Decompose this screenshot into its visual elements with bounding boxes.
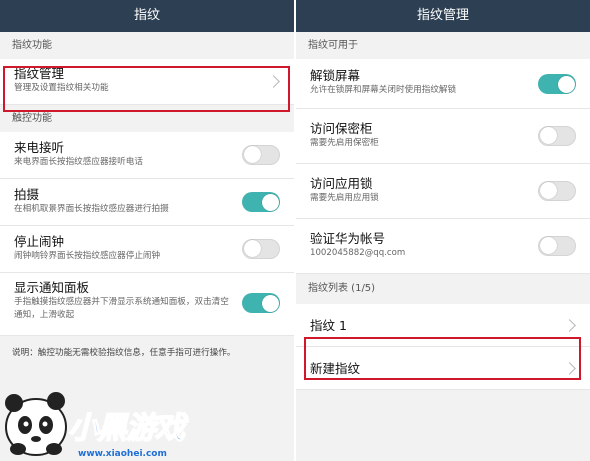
notification-panel-item[interactable]: 显示通知面板 手指触摸指纹感应器并下滑显示系统通知面板，双击清空通知，上滑收起 xyxy=(0,273,294,336)
answer-call-toggle[interactable] xyxy=(242,145,280,165)
stop-alarm-toggle[interactable] xyxy=(242,239,280,259)
toggle-knob xyxy=(244,146,261,163)
unlock-screen-item[interactable]: 解锁屏幕 允许在锁屏和屏幕关闭时使用指纹解锁 xyxy=(296,59,590,109)
section-header-touch-functions: 触控功能 xyxy=(0,105,294,132)
toggle-knob xyxy=(540,127,557,144)
fingerprint-management-subtitle: 管理及设置指纹相关功能 xyxy=(14,83,109,93)
section-header-fingerprint-list: 指纹列表 (1/5) xyxy=(296,274,590,304)
toggle-knob xyxy=(261,294,279,312)
new-fingerprint-label: 新建指纹 xyxy=(310,361,361,376)
section-header-fingerprint-usage: 指纹可用于 xyxy=(296,32,590,59)
unlock-screen-toggle[interactable] xyxy=(538,74,576,94)
watermark-logo-text: 小黑游戏 xyxy=(67,410,186,447)
fingerprint-management-screen: 指纹管理 指纹可用于 解锁屏幕 允许在锁屏和屏幕关闭时使用指纹解锁 访问保密柜 … xyxy=(296,0,590,461)
notification-panel-toggle[interactable] xyxy=(242,293,280,313)
answer-call-item[interactable]: 来电接听 来电界面长按指纹感应器接听电话 xyxy=(0,132,294,179)
toggle-knob xyxy=(261,193,279,211)
safe-access-toggle[interactable] xyxy=(538,126,576,146)
touch-function-note: 说明：触控功能无需校验指纹信息，任意手指可进行操作。 xyxy=(12,348,236,358)
app-lock-item[interactable]: 访问应用锁 需要先启用应用锁 xyxy=(296,164,590,219)
page-title: 指纹管理 xyxy=(296,0,590,32)
huawei-account-item[interactable]: 验证华为帐号 1002045882@qq.com xyxy=(296,219,590,274)
capture-item[interactable]: 拍摄 在相机取景界面长按指纹感应器进行拍摄 xyxy=(0,179,294,226)
fingerprint-settings-screen: 指纹 指纹功能 指纹管理 管理及设置指纹相关功能 触控功能 来电接听 来电界面长… xyxy=(0,0,294,461)
watermark-url: www.xiaohei.com xyxy=(78,449,167,459)
new-fingerprint-item[interactable]: 新建指纹 xyxy=(296,347,590,390)
watermark: 小黑游戏 www.xiaohei.com xyxy=(0,381,200,461)
toggle-knob xyxy=(244,240,261,257)
section-header-fingerprint-functions: 指纹功能 xyxy=(0,32,294,59)
toggle-knob xyxy=(557,75,575,93)
capture-toggle[interactable] xyxy=(242,192,280,212)
fingerprint-management-item[interactable]: 指纹管理 管理及设置指纹相关功能 xyxy=(0,59,294,105)
page-title: 指纹 xyxy=(0,0,294,32)
panda-logo-icon xyxy=(5,392,67,456)
app-lock-toggle[interactable] xyxy=(538,181,576,201)
stop-alarm-item[interactable]: 停止闹钟 闹钟响铃界面长按指纹感应器停止闹钟 xyxy=(0,226,294,273)
fingerprint-1-item[interactable]: 指纹 1 xyxy=(296,304,590,347)
fingerprint-1-label: 指纹 1 xyxy=(310,318,347,333)
toggle-knob xyxy=(540,237,557,254)
toggle-knob xyxy=(540,182,557,199)
fingerprint-management-title: 指纹管理 xyxy=(14,66,65,81)
safe-access-item[interactable]: 访问保密柜 需要先启用保密柜 xyxy=(296,109,590,164)
huawei-account-toggle[interactable] xyxy=(538,236,576,256)
